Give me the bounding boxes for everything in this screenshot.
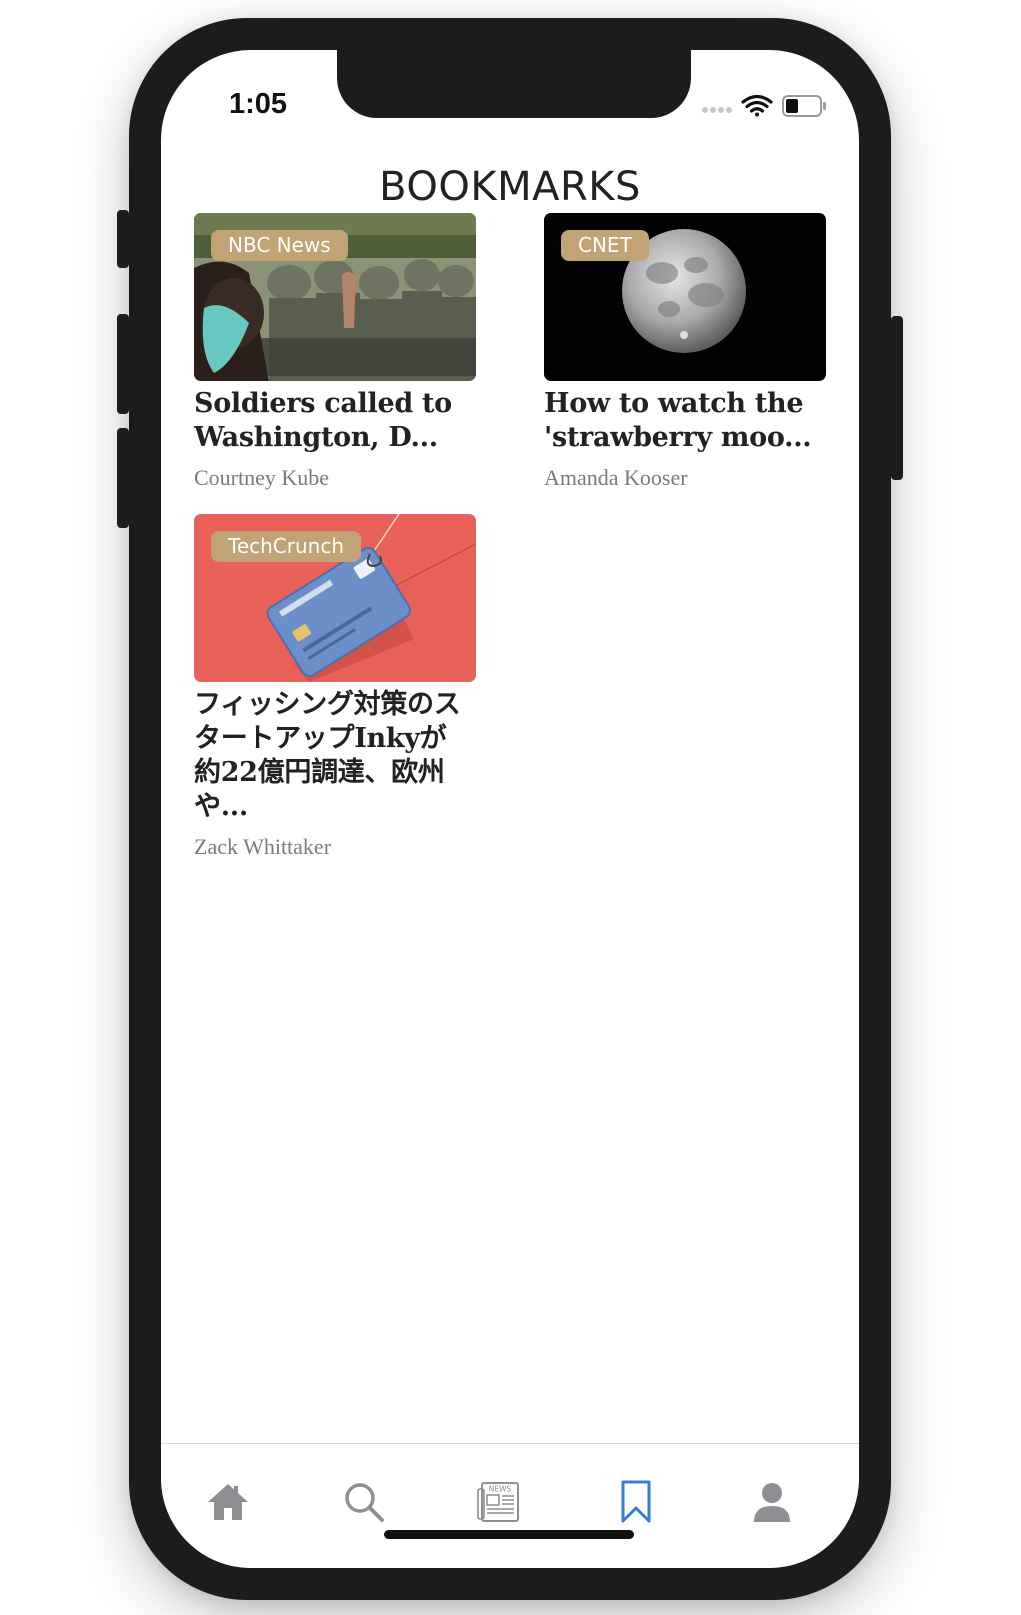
status-time: 1:05 [229,88,288,120]
bookmark-card[interactable]: TechCrunch フィッシング対策のスタートアップInkyが約22億円調達、… [194,514,476,860]
source-badge: TechCrunch [211,531,362,562]
bookmark-card[interactable]: NBC News Soldiers called to Washington, … [194,213,476,491]
home-icon [208,1484,248,1520]
article-thumbnail[interactable]: NBC News [194,213,476,381]
tab-search[interactable] [329,1472,399,1532]
bookmark-icon [621,1480,651,1523]
tab-bookmarks[interactable] [601,1472,671,1532]
page-title: BOOKMARKS [379,164,641,210]
power-button [891,316,903,480]
bookmark-card[interactable]: CNET How to watch the 'strawberry moo...… [544,213,826,491]
home-indicator [384,1530,634,1539]
screen: 1:05 BOOKMARKS NBC News Soldiers called … [161,50,859,1568]
phone-frame: 1:05 BOOKMARKS NBC News Soldiers called … [117,18,903,1600]
tab-home[interactable] [193,1472,263,1532]
tab-news[interactable]: NEWS [465,1472,535,1532]
newspaper-icon: NEWS [477,1482,519,1522]
volume-up-button [117,314,129,414]
source-badge: NBC News [211,230,348,261]
wifi-icon [741,94,773,117]
person-icon [754,1483,790,1522]
article-thumbnail[interactable]: TechCrunch [194,514,476,682]
source-badge: CNET [561,230,649,261]
volume-down-button [117,428,129,528]
article-title[interactable]: フィッシング対策のスタートアップInkyが約22億円調達、欧州や... [194,688,469,824]
battery-icon [782,95,826,117]
article-author: Courtney Kube [194,465,330,490]
news-icon-label: NEWS [489,1485,512,1494]
article-author: Zack Whittaker [194,834,332,859]
notch [337,50,691,118]
status-icons [701,92,831,127]
tab-profile[interactable] [737,1472,807,1532]
mute-switch [117,210,129,268]
search-icon [345,1483,384,1522]
cellular-signal-icon [702,107,732,113]
article-author: Amanda Kooser [544,465,688,490]
article-thumbnail[interactable]: CNET [544,213,826,381]
tab-bar: NEWS [161,1443,859,1568]
article-title[interactable]: Soldiers called to Washington, D... [194,387,476,455]
article-title[interactable]: How to watch the 'strawberry moo... [544,387,826,455]
